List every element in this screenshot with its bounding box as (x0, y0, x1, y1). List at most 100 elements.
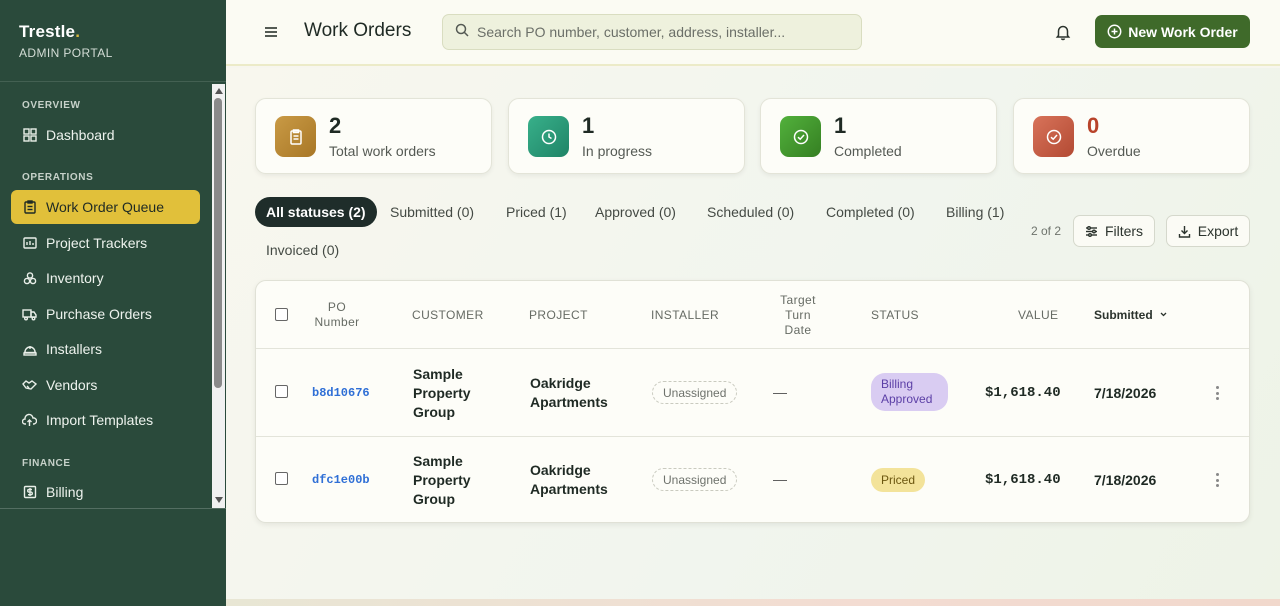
sidebar-item-inventory[interactable]: Inventory (11, 261, 200, 295)
row-actions-icon[interactable] (1215, 473, 1219, 487)
tab-approved[interactable]: Approved (0) (595, 197, 676, 227)
page-title: Work Orders (304, 20, 412, 41)
sidebar-item-label: Inventory (46, 270, 104, 286)
nav-section-overview: OVERVIEW (22, 100, 81, 111)
brand: Trestle. ADMIN PORTAL (0, 0, 226, 82)
tab-submitted[interactable]: Submitted (0) (390, 197, 474, 227)
clipboard-icon (22, 200, 37, 215)
header-divider (256, 348, 1249, 349)
chevron-down-icon (1160, 312, 1167, 317)
check-circle-icon (780, 116, 821, 157)
po-number-link[interactable]: b8d10676 (312, 386, 370, 400)
installer-badge[interactable]: Unassigned (652, 468, 738, 491)
plus-circle-icon (1107, 24, 1122, 39)
sidebar-item-label: Installers (46, 341, 103, 357)
sidebar-item-billing[interactable]: Billing (11, 475, 200, 508)
project-cell: Oakridge Apartments (530, 375, 608, 410)
tab-invoiced[interactable]: Invoiced (0) (266, 235, 339, 265)
select-all-checkbox[interactable] (275, 308, 288, 321)
row-checkbox[interactable] (275, 385, 288, 398)
customer-cell: Sample Property Group (413, 366, 471, 420)
customer-cell: Sample Property Group (413, 453, 471, 507)
status-badge: Billing Approved (871, 373, 948, 411)
sidebar-item-project-trackers[interactable]: Project Trackers (11, 226, 200, 260)
col-header-value[interactable]: VALUE (1018, 308, 1058, 323)
scroll-up-arrow-icon[interactable] (215, 88, 223, 94)
sidebar-item-label: Billing (46, 484, 84, 500)
col-header-target-turn-date[interactable]: Target Turn Date (775, 293, 821, 338)
scrollbar-thumb[interactable] (214, 98, 222, 388)
dollar-icon (22, 485, 37, 500)
tab-completed[interactable]: Completed (0) (826, 197, 915, 227)
installer-badge[interactable]: Unassigned (652, 381, 738, 404)
new-work-order-label: New Work Order (1128, 23, 1238, 40)
bottom-edge (226, 599, 1280, 606)
col-header-installer[interactable]: INSTALLER (651, 308, 719, 323)
filters-label: Filters (1104, 223, 1144, 239)
sidebar-item-dashboard[interactable]: Dashboard (11, 118, 200, 152)
stat-card-completed: 1 Completed (760, 98, 997, 174)
stat-label: Total work orders (329, 143, 436, 159)
scroll-down-arrow-icon[interactable] (215, 497, 223, 503)
hardhat-icon (22, 342, 37, 357)
row-divider (256, 436, 1249, 437)
export-button[interactable]: Export (1166, 215, 1250, 247)
tab-scheduled[interactable]: Scheduled (0) (707, 197, 794, 227)
col-header-submitted[interactable]: Submitted (1094, 308, 1168, 323)
search-box[interactable] (442, 14, 862, 50)
stat-value: 1 (834, 113, 847, 138)
filters-button[interactable]: Filters (1073, 215, 1155, 247)
col-header-customer[interactable]: CUSTOMER (412, 308, 484, 323)
search-icon (455, 23, 469, 42)
target-date-cell: — (773, 384, 787, 400)
brand-name[interactable]: Trestle. (19, 22, 207, 42)
sidebar-item-installers[interactable]: Installers (11, 332, 200, 366)
tab-all-statuses[interactable]: All statuses (2) (255, 197, 377, 227)
export-label: Export (1197, 223, 1239, 239)
row-checkbox[interactable] (275, 472, 288, 485)
tab-billing[interactable]: Billing (1) (946, 197, 1004, 227)
sidebar-scrollbar[interactable] (212, 84, 225, 508)
stat-label: Completed (834, 143, 902, 159)
stat-value: 0 (1087, 113, 1100, 138)
nav-section-operations: OPERATIONS (22, 172, 94, 183)
value-cell: $1,618.40 (985, 385, 1061, 401)
sidebar-item-work-order-queue[interactable]: Work Order Queue (11, 190, 200, 224)
sidebar-divider (0, 508, 226, 509)
col-header-project[interactable]: PROJECT (529, 308, 588, 323)
sidebar-item-vendors[interactable]: Vendors (11, 368, 200, 402)
sidebar-item-purchase-orders[interactable]: Purchase Orders (11, 297, 200, 331)
search-input[interactable] (477, 24, 857, 40)
bell-icon[interactable] (1054, 23, 1072, 41)
sidebar-item-label: Dashboard (46, 127, 115, 143)
col-header-po-number[interactable]: PO Number (312, 300, 362, 330)
sliders-icon (1085, 225, 1097, 237)
stat-value: 2 (329, 113, 342, 138)
sidebar-item-label: Project Trackers (46, 235, 148, 251)
sidebar-nav: OVERVIEW Dashboard OPERATIONS Work Order… (0, 84, 212, 508)
sidebar-item-label: Work Order Queue (46, 199, 165, 215)
col-header-status[interactable]: STATUS (871, 308, 919, 323)
row-actions-icon[interactable] (1215, 386, 1219, 400)
new-work-order-button[interactable]: New Work Order (1095, 15, 1250, 48)
stat-label: In progress (582, 143, 653, 159)
result-count: 2 of 2 (1031, 224, 1062, 238)
status-badge: Priced (871, 468, 926, 492)
main-content: 2 Total work orders 1 In progress 1 Comp… (226, 68, 1280, 606)
submitted-date-cell: 7/18/2026 (1094, 385, 1157, 401)
sidebar: Trestle. ADMIN PORTAL OVERVIEW Dashboard… (0, 0, 226, 606)
sidebar-item-import-templates[interactable]: Import Templates (11, 403, 200, 437)
truck-icon (22, 307, 37, 322)
col-header-submitted-label: Submitted (1094, 308, 1153, 322)
tracker-icon (22, 236, 37, 251)
boxes-icon (22, 271, 37, 286)
hamburger-menu-icon[interactable] (262, 23, 280, 41)
po-number-link[interactable]: dfc1e00b (312, 473, 370, 487)
sidebar-item-label: Import Templates (46, 412, 154, 428)
clipboard-icon (275, 116, 316, 157)
nav-section-finance: FINANCE (22, 458, 71, 469)
tab-priced[interactable]: Priced (1) (506, 197, 567, 227)
target-date-cell: — (773, 471, 787, 487)
alert-circle-icon (1033, 116, 1074, 157)
handshake-icon (22, 378, 37, 393)
